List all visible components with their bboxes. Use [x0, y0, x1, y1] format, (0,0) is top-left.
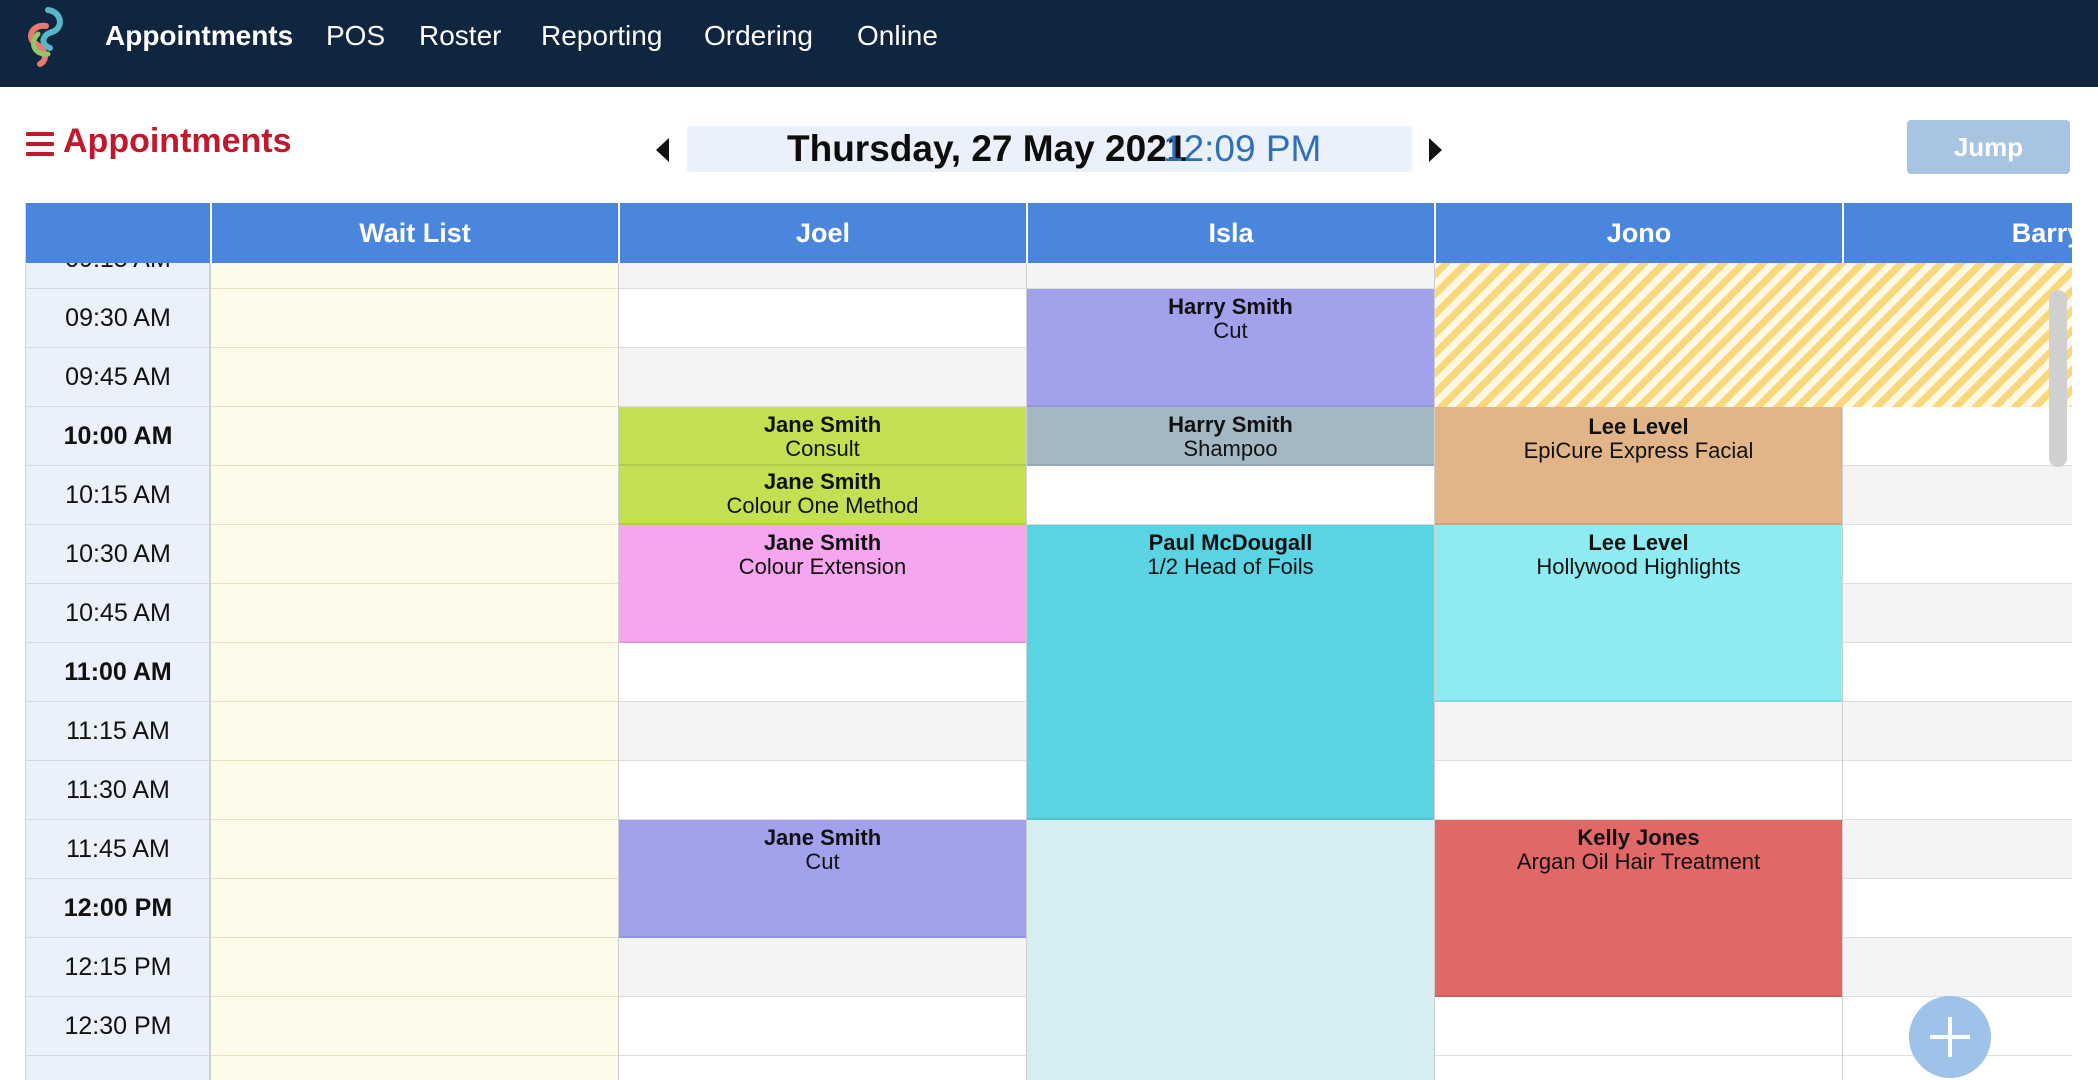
add-appointment-button[interactable]	[1909, 996, 1991, 1078]
appointment-client: Harry Smith	[1168, 412, 1293, 437]
wait-list-column[interactable]	[210, 263, 618, 1080]
appointment-grid: Wait List Joel Isla Jono Barry 09:15 AM …	[25, 203, 2072, 1080]
date-picker[interactable]: Thursday, 27 May 2021 12:09 PM	[687, 126, 1412, 172]
appointment-service: Cut	[805, 849, 840, 874]
vertical-scrollbar[interactable]	[2049, 290, 2067, 467]
nav-online[interactable]: Online	[857, 17, 938, 55]
nav-reporting[interactable]: Reporting	[541, 17, 662, 55]
appointment-client: Kelly Jones	[1577, 825, 1700, 850]
time-label: 11:15 AM	[26, 702, 210, 761]
caret-left-icon[interactable]	[652, 134, 674, 166]
appointment-client: Lee Level	[1588, 530, 1689, 555]
time-column: 09:15 AM 09:30 AM 09:45 AM 10:00 AM 10:1…	[26, 245, 210, 1080]
time-label: 12:30 PM	[26, 997, 210, 1056]
appointment-client: Jane Smith	[763, 469, 882, 494]
current-date: Thursday, 27 May 2021	[787, 128, 1188, 169]
menu-icon[interactable]	[26, 132, 54, 156]
nav-ordering[interactable]: Ordering	[704, 17, 813, 55]
column-header-row: Wait List Joel Isla Jono Barry	[26, 203, 2072, 263]
appointment-card[interactable]: Lee Level Hollywood Highlights	[1435, 525, 1842, 702]
joel-column[interactable]	[618, 230, 1026, 1080]
appointment-client: Paul McDougall	[1148, 530, 1313, 555]
appointment-service: Hollywood Highlights	[1536, 554, 1741, 579]
nav-appointments[interactable]: Appointments	[105, 17, 293, 55]
jump-button[interactable]: Jump	[1907, 120, 2070, 174]
top-nav: Appointments POS Roster Reporting Orderi…	[0, 0, 2098, 87]
time-label: 10:45 AM	[26, 584, 210, 643]
appointment-client: Lee Level	[1588, 414, 1689, 439]
appointment-card[interactable]: Jane Smith Colour One Method	[619, 466, 1026, 525]
appointment-client: Harry Smith	[1168, 294, 1293, 319]
column-isla[interactable]: Isla	[1026, 203, 1434, 263]
appointment-service: EpiCure Express Facial	[1523, 438, 1754, 463]
column-joel[interactable]: Joel	[618, 203, 1026, 263]
time-label: 09:30 AM	[26, 289, 210, 348]
appointment-card[interactable]: Jane Smith Cut	[619, 820, 1026, 938]
page-title: Appointments	[63, 122, 292, 160]
column-wait-list[interactable]: Wait List	[210, 203, 618, 263]
appointment-service: Colour One Method	[726, 493, 919, 518]
appointment-card[interactable]: Harry Smith Shampoo	[1027, 407, 1434, 466]
time-label: 11:30 AM	[26, 761, 210, 820]
time-label: 09:45 AM	[26, 348, 210, 407]
appointment-client: Jane Smith	[763, 825, 882, 850]
appointment-client: Jane Smith	[763, 412, 882, 437]
appointment-client: Jane Smith	[763, 530, 882, 555]
appointment-service: Shampoo	[1183, 436, 1278, 461]
appointment-service: Consult	[785, 436, 860, 461]
appointment-card[interactable]: Lee Level EpiCure Express Facial	[1435, 407, 1842, 525]
appointment-card[interactable]: Jane Smith Colour Extension	[619, 525, 1026, 643]
current-time: 12:09 PM	[1163, 128, 1322, 169]
time-label: 10:15 AM	[26, 466, 210, 525]
grid-body: 09:15 AM 09:30 AM 09:45 AM 10:00 AM 10:1…	[26, 230, 2072, 1080]
nav-roster[interactable]: Roster	[419, 17, 501, 55]
app-logo-icon[interactable]	[18, 4, 74, 70]
appointment-service: Cut	[1213, 318, 1248, 343]
column-barry[interactable]: Barry	[1842, 203, 2072, 263]
appointment-service: Colour Extension	[738, 554, 907, 579]
appointment-card[interactable]: Kelly Jones Argan Oil Hair Treatment	[1435, 820, 1842, 997]
time-label: 10:00 AM	[26, 407, 210, 466]
appointment-card[interactable]: Harry Smith Cut	[1027, 289, 1434, 407]
time-label: 12:15 PM	[26, 938, 210, 997]
time-label: 10:30 AM	[26, 525, 210, 584]
caret-right-icon[interactable]	[1424, 134, 1446, 166]
isla-continuation-block	[1027, 820, 1434, 1080]
column-jono[interactable]: Jono	[1434, 203, 1842, 263]
time-header-blank	[26, 203, 210, 263]
appointment-service: Argan Oil Hair Treatment	[1516, 849, 1761, 874]
appointment-card[interactable]: Paul McDougall 1/2 Head of Foils	[1027, 525, 1434, 820]
plus-icon	[1930, 1017, 1970, 1057]
nav-pos[interactable]: POS	[326, 17, 385, 55]
time-label: 11:45 AM	[26, 820, 210, 879]
time-label: 11:00 AM	[26, 643, 210, 702]
appointment-service: 1/2 Head of Foils	[1147, 554, 1314, 579]
appointment-card[interactable]: Jane Smith Consult	[619, 407, 1026, 466]
time-label: 12:00 PM	[26, 879, 210, 938]
